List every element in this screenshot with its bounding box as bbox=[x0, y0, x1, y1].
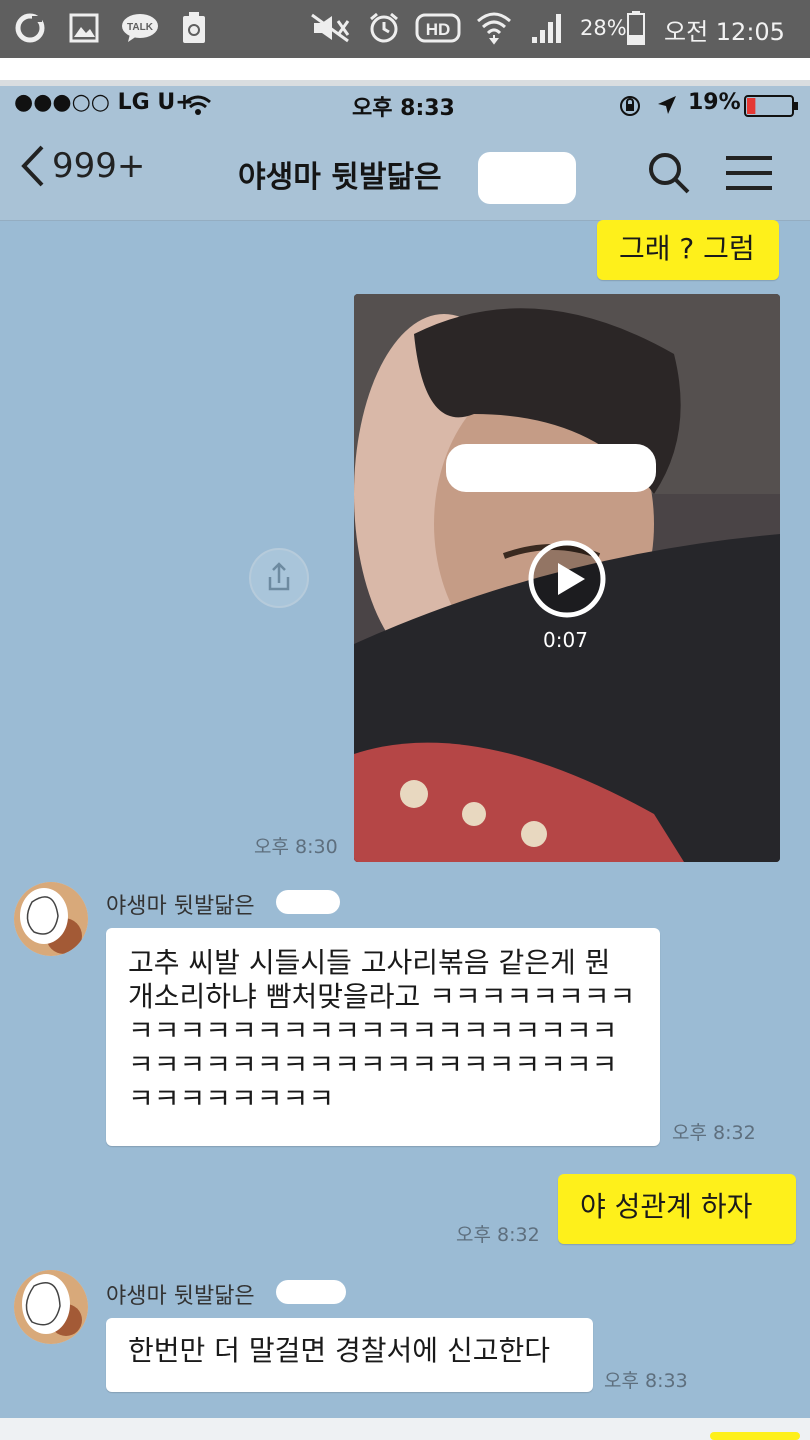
play-button-icon[interactable] bbox=[527, 539, 607, 619]
location-arrow-icon bbox=[658, 96, 676, 114]
alarm-icon bbox=[366, 10, 402, 46]
message-time: 오후 8:32 bbox=[672, 1122, 756, 1144]
message-time: 오후 8:33 bbox=[604, 1370, 688, 1392]
ios-clock: 오후 8:33 bbox=[352, 96, 455, 121]
message-time: 오후 8:30 bbox=[254, 836, 338, 858]
input-bar[interactable] bbox=[0, 1418, 810, 1440]
sender-name: 야생마 뒷발닮은 bbox=[106, 1284, 255, 1309]
search-icon[interactable] bbox=[646, 150, 692, 196]
message-text: 야 성관계 하자 bbox=[580, 1190, 753, 1223]
redaction-mark bbox=[276, 1280, 346, 1304]
svg-text:HD: HD bbox=[426, 20, 451, 39]
sent-message-bubble[interactable]: 그래 ? 그럼 bbox=[597, 220, 779, 280]
wifi-icon bbox=[476, 10, 512, 46]
carrier-label: ●●●○○ LG U+ bbox=[14, 90, 194, 115]
chevron-left-icon bbox=[21, 145, 44, 187]
talk-icon: TALK bbox=[120, 10, 160, 46]
mute-icon bbox=[306, 10, 354, 46]
received-message-bubble[interactable]: 고추 씨발 시들시들 고사리볶음 같은게 뭔 개소리하냐 빰처맞을라고 ㅋㅋㅋㅋ… bbox=[106, 928, 660, 1146]
wifi-icon bbox=[185, 95, 211, 115]
redaction-mark bbox=[478, 152, 576, 204]
menu-icon[interactable] bbox=[724, 152, 774, 194]
share-icon[interactable] bbox=[248, 547, 310, 609]
battery-icon bbox=[624, 10, 648, 46]
send-button[interactable] bbox=[710, 1432, 800, 1440]
unread-count: 999+ bbox=[52, 146, 146, 186]
sender-name: 야생마 뒷발닮은 bbox=[106, 894, 255, 919]
chat-header: 999+ 야생마 뒷발닮은 bbox=[0, 126, 810, 221]
video-duration: 0:07 bbox=[543, 628, 588, 652]
recycle-icon bbox=[176, 10, 212, 46]
avatar[interactable] bbox=[14, 1270, 88, 1344]
chat-title: 야생마 뒷발닮은 bbox=[238, 160, 442, 195]
signal-icon bbox=[530, 10, 566, 46]
svg-text:TALK: TALK bbox=[127, 22, 154, 33]
ios-status-bar: ●●●○○ LG U+ 오후 8:33 19% bbox=[0, 86, 810, 126]
o-app-icon bbox=[12, 10, 48, 46]
message-time: 오후 8:32 bbox=[456, 1224, 540, 1246]
ios-battery-percent: 19% bbox=[688, 90, 741, 115]
android-status-bar: TALK HD 28% 오전 12:05 bbox=[0, 0, 810, 58]
gallery-icon bbox=[66, 10, 102, 46]
sent-message-bubble[interactable]: 야 성관계 하자 bbox=[558, 1174, 796, 1244]
redaction-mark bbox=[276, 890, 340, 914]
received-message-bubble[interactable]: 한번만 더 말걸면 경찰서에 신고한다 bbox=[106, 1318, 593, 1392]
divider bbox=[0, 58, 810, 80]
rotation-lock-icon bbox=[620, 96, 640, 116]
back-button[interactable]: 999+ bbox=[20, 144, 145, 188]
message-text: 그래 ? 그럼 bbox=[619, 232, 755, 265]
video-message[interactable]: 0:07 bbox=[354, 294, 780, 862]
android-battery-percent: 28% bbox=[580, 16, 627, 40]
message-text: 고추 씨발 시들시들 고사리볶음 같은게 뭔 개소리하냐 빰처맞을라고 ㅋㅋㅋㅋ… bbox=[128, 946, 636, 1115]
android-clock: 오전 12:05 bbox=[664, 18, 785, 46]
battery-icon bbox=[744, 95, 798, 117]
avatar[interactable] bbox=[14, 882, 88, 956]
message-text: 한번만 더 말걸면 경찰서에 신고한다 bbox=[128, 1334, 551, 1367]
hd-icon: HD bbox=[414, 10, 462, 46]
